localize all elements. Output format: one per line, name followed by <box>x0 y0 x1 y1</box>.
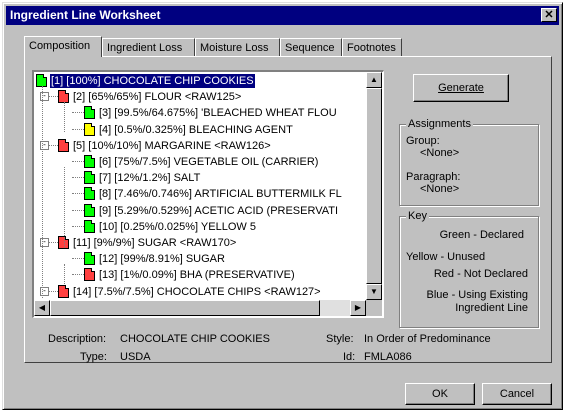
tree-vertical-scrollbar[interactable]: ▲ ▼ <box>366 72 382 300</box>
group-value: <None> <box>420 147 460 159</box>
generate-button[interactable]: Generate <box>413 74 509 102</box>
tree-connector <box>72 209 84 211</box>
tree-item-label: [11] [9%/9%] SUGAR <RAW170> <box>73 237 237 249</box>
cancel-button[interactable]: Cancel <box>482 383 552 405</box>
tab-ingredient-loss[interactable]: Ingredient Loss <box>102 38 195 56</box>
tree-connector <box>72 161 84 162</box>
tab-sequence[interactable]: Sequence <box>280 38 342 56</box>
paragraph-value: <None> <box>420 183 460 195</box>
assignments-title: Assignments <box>406 118 473 130</box>
tree-item-label: [4] [0.5%/0.325%] BLEACHING AGENT <box>99 123 293 136</box>
tree-connector <box>42 86 43 298</box>
tree-horizontal-scrollbar[interactable]: ◀ ▶ <box>34 300 366 316</box>
tree-item-label: [8] [7.46%/0.746%] ARTIFICIAL BUTTERMILK… <box>99 188 342 201</box>
key-blue-line2: Ingredient Line <box>455 302 528 314</box>
tree-item-label: [14] [7.5%/7.5%] CHOCOLATE CHIPS <RAW127… <box>73 285 321 298</box>
tree-item-label: [5] [10%/10%] MARGARINE <RAW126> <box>73 139 271 152</box>
tree-connector <box>72 274 84 276</box>
green-document-icon <box>84 187 95 201</box>
scroll-left-icon[interactable]: ◀ <box>34 300 50 316</box>
green-document-icon <box>84 171 95 185</box>
tab-moisture-loss[interactable]: Moisture Loss <box>195 38 280 56</box>
vertical-scroll-thumb[interactable] <box>366 88 382 284</box>
tree-connector <box>72 177 84 179</box>
tree-item-label: [3] [99.5%/64.675%] 'BLEACHED WHEAT FLOU <box>99 107 337 120</box>
tree-item-label: [6] [75%/7.5%] VEGETABLE OIL (CARRIER) <box>99 156 319 168</box>
ok-button[interactable]: OK <box>405 383 475 405</box>
tree-item-label: [1] [100%] CHOCOLATE CHIP COOKIES <box>49 73 256 89</box>
key-title: Key <box>406 210 429 222</box>
id-label: Id: <box>343 351 356 363</box>
description-value: CHOCOLATE CHIP COOKIES <box>120 333 270 345</box>
tree-connector <box>72 128 84 130</box>
key-yellow: Yellow - Unused <box>406 251 486 263</box>
scroll-down-icon[interactable]: ▼ <box>366 284 382 300</box>
title-bar[interactable]: Ingredient Line Worksheet ✕ <box>6 6 559 25</box>
scroll-up-icon[interactable]: ▲ <box>366 72 382 88</box>
composition-tree[interactable]: [1] [100%] CHOCOLATE CHIP COOKIES - [2] [6… <box>32 70 384 318</box>
key-blue-line1: Blue - Using Existing <box>426 289 529 301</box>
tab-footnotes[interactable]: Footnotes <box>342 38 402 56</box>
scroll-corner <box>366 300 382 316</box>
assignments-group: Assignments Group: <None> Paragraph: <No… <box>399 118 539 206</box>
green-document-icon <box>84 219 95 233</box>
style-value: In Order of Predominance <box>364 333 491 345</box>
green-document-icon <box>84 106 95 120</box>
style-label: Style: <box>326 333 354 345</box>
green-document-icon <box>84 203 95 217</box>
tree-connector <box>72 193 84 195</box>
tree-item-label: [7] [12%/1.2%] SALT <box>99 172 201 185</box>
tree-connector <box>64 102 65 132</box>
tree-item-label: [9] [5.29%/0.529%] ACETIC ACID (PRESERVA… <box>99 204 339 217</box>
tree-connector <box>64 167 65 248</box>
scroll-right-icon[interactable]: ▶ <box>350 300 366 316</box>
key-red: Red - Not Declared <box>433 268 528 280</box>
red-document-icon <box>58 284 69 298</box>
red-document-icon <box>58 138 69 152</box>
type-label: Type: <box>80 351 107 363</box>
tree-connector <box>72 258 84 260</box>
window-title: Ingredient Line Worksheet <box>10 8 161 22</box>
tree-item-label: [2] [65%/65%] FLOUR <RAW125> <box>73 91 242 104</box>
tree-item-label: [12] [99%/8.91%] SUGAR <box>99 253 225 266</box>
close-button[interactable]: ✕ <box>541 8 557 22</box>
green-document-icon <box>84 252 95 266</box>
group-label: Group: <box>406 135 440 147</box>
id-value: FMLA086 <box>364 351 412 363</box>
tree-item-label: [13] [1%/0.09%] BHA (PRESERVATIVE) <box>99 269 295 282</box>
tab-composition[interactable]: Composition <box>24 36 102 57</box>
key-group: Key Green - Declared Yellow - Unused Red… <box>399 210 539 328</box>
tree-connector <box>72 112 84 114</box>
type-value: USDA <box>120 351 151 363</box>
horizontal-scroll-thumb[interactable] <box>50 300 320 316</box>
tree-connector <box>64 264 65 284</box>
tree-item-label: [10] [0.25%/0.025%] YELLOW 5 <box>99 220 256 233</box>
tree-connector <box>72 225 84 227</box>
description-label: Description: <box>48 333 107 345</box>
key-green: Green - Declared <box>439 229 524 241</box>
yellow-document-icon <box>84 122 95 136</box>
paragraph-label: Paragraph: <box>406 171 461 183</box>
generate-label: Generate <box>438 82 484 94</box>
red-document-icon <box>84 268 95 282</box>
green-document-icon <box>84 155 95 168</box>
